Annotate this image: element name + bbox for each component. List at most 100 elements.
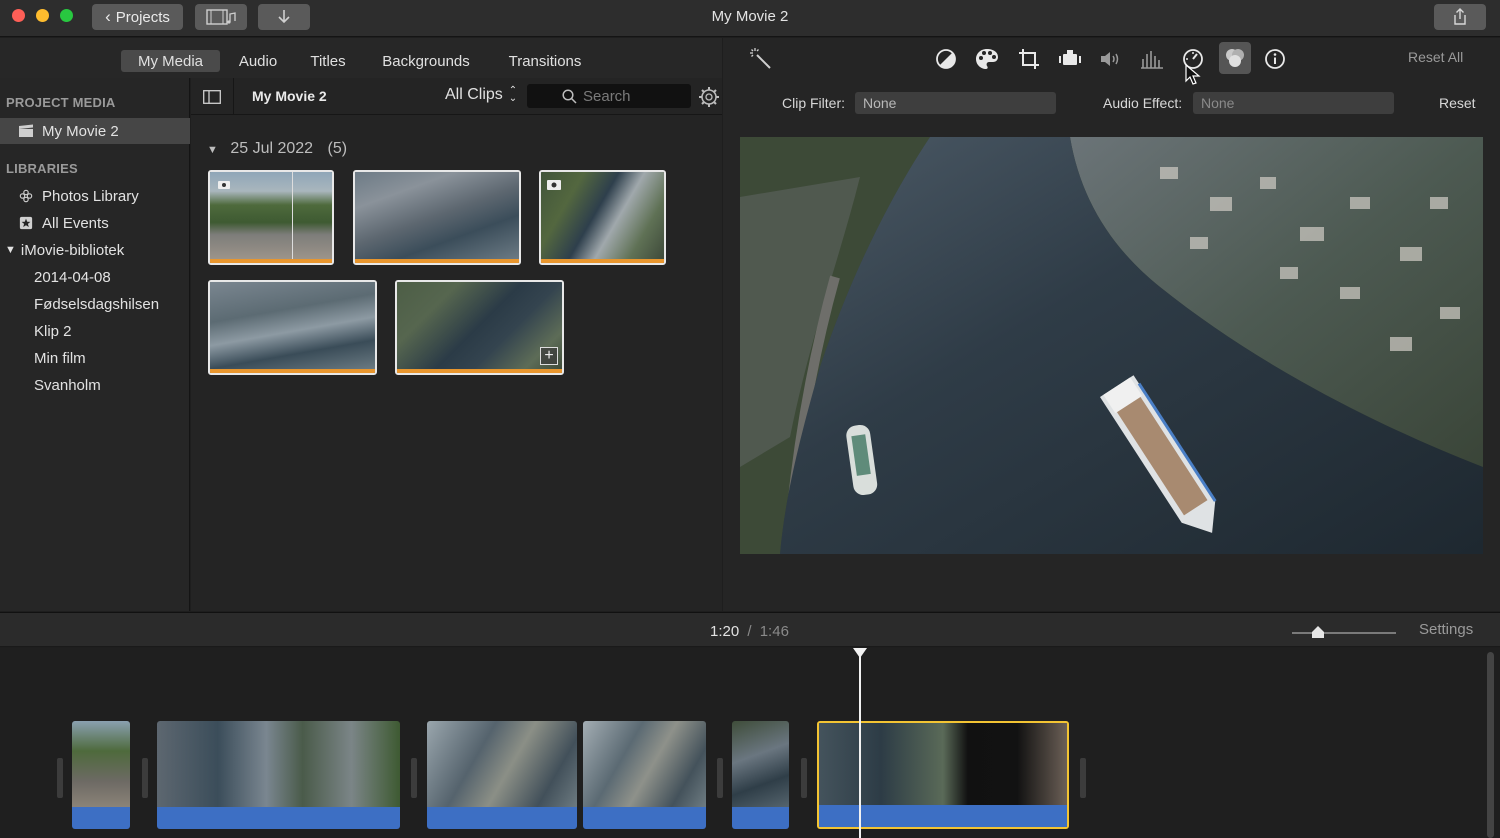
tab-transitions[interactable]: Transitions [500, 50, 590, 72]
reset-all-button[interactable]: Reset All [1408, 49, 1463, 65]
search-field[interactable]: Search [527, 84, 691, 108]
sidebar-item-label: iMovie-bibliotek [20, 241, 125, 259]
timeline-clip-audio [427, 807, 577, 829]
media-clip-thumbnail[interactable] [353, 170, 521, 265]
tab-audio[interactable]: Audio [230, 50, 286, 72]
timeline-scrollbar[interactable] [1487, 652, 1494, 838]
clapperboard-icon [19, 124, 33, 137]
sidebar-event-item[interactable]: Klip 2 [0, 318, 190, 344]
timeline-clip[interactable] [157, 721, 400, 829]
viewer-video-frame [740, 137, 1483, 554]
timeline-clip[interactable] [583, 721, 706, 829]
clip-preview-image [355, 172, 519, 259]
clip-filter-value: All Clips [445, 86, 503, 103]
star-icon [19, 216, 33, 230]
media-clip-thumbnail[interactable] [208, 170, 334, 265]
camera-icon [547, 180, 561, 190]
camera-stabilization-icon [1059, 50, 1081, 65]
camera-icon [218, 181, 230, 189]
sidebar-item-photos-library[interactable]: Photos Library [0, 183, 190, 209]
timeline-clip-video [72, 721, 130, 807]
sidebar-item-all-events[interactable]: All Events [0, 210, 190, 236]
media-clip-thumbnail[interactable] [539, 170, 666, 265]
noise-reduction-button[interactable] [1139, 46, 1165, 72]
timeline-clip-video [427, 721, 577, 807]
tab-backgrounds[interactable]: Backgrounds [374, 50, 478, 72]
timeline-clip-video [583, 721, 706, 807]
sidebar-item-label: My Movie 2 [42, 122, 119, 140]
search-placeholder: Search [583, 87, 631, 105]
timeline-clip[interactable] [427, 721, 577, 829]
clip-separator [57, 758, 63, 798]
clip-separator [1080, 758, 1086, 798]
audio-effect-selector[interactable]: None [1193, 92, 1394, 114]
volume-icon [1101, 52, 1119, 66]
clip-separator [411, 758, 417, 798]
tab-titles[interactable]: Titles [300, 50, 356, 72]
browser-settings-button[interactable] [698, 86, 720, 108]
reset-button[interactable]: Reset [1439, 95, 1476, 111]
tab-my-media[interactable]: My Media [121, 50, 220, 72]
enhance-button[interactable] [748, 46, 774, 72]
timeline-clip[interactable] [72, 721, 130, 829]
clip-filter-audio-effects-button[interactable] [1219, 42, 1251, 74]
media-clip-thumbnail[interactable] [208, 280, 377, 375]
clip-usage-bar [541, 259, 664, 263]
clip-usage-bar [210, 259, 332, 263]
timeline-settings-button[interactable]: Settings [1419, 621, 1473, 638]
palette-icon [976, 49, 998, 69]
volume-button[interactable] [1098, 46, 1124, 72]
window-title: My Movie 2 [711, 8, 789, 25]
color-balance-icon [936, 49, 956, 69]
libraries-header: LIBRARIES [6, 161, 78, 176]
stabilization-button[interactable] [1057, 46, 1083, 72]
share-button[interactable] [1434, 4, 1486, 30]
color-correction-button[interactable] [974, 46, 1000, 72]
timeline-clip-audio [157, 807, 400, 829]
project-timeline [0, 648, 1500, 838]
flower-icon [19, 189, 33, 203]
media-clip-thumbnail[interactable]: + [395, 280, 564, 375]
sidebar-item-my-movie-2[interactable]: My Movie 2 [0, 118, 190, 144]
magic-wand-icon [750, 48, 771, 69]
aerial-river-scene [740, 137, 1483, 554]
sidebar-item-label: All Events [42, 214, 109, 232]
sidebar-toggle-icon [203, 90, 221, 104]
color-balance-button[interactable] [934, 47, 958, 71]
clip-preview-image [397, 282, 562, 369]
timeline-clip[interactable] [732, 721, 789, 829]
clip-filter-icon [1226, 49, 1244, 67]
audio-effect-label: Audio Effect: [1103, 95, 1183, 111]
clip-preview-image [210, 282, 375, 369]
clip-usage-bar [355, 259, 519, 263]
time-separator: / [747, 623, 752, 640]
sidebar-event-item[interactable]: Fødselsdagshilsen [0, 291, 190, 317]
clip-usage-bar [397, 369, 562, 373]
crop-button[interactable] [1016, 46, 1042, 72]
up-down-chevron-icon: ⌃ ⌄ [508, 85, 518, 104]
sidebar-event-item[interactable]: 2014-04-08 [0, 264, 190, 290]
media-browser-tabs: My Media Audio Titles Backgrounds Transi… [0, 38, 722, 78]
event-header[interactable]: ▼ 25 Jul 2022 (5) [207, 140, 347, 158]
sidebar-event-item[interactable]: Svanholm [0, 372, 190, 398]
media-browser: My Movie 2 All Clips ⌃ ⌄ Search ▼ 25 Jul… [191, 78, 722, 611]
disclosure-triangle-icon: ▼ [5, 244, 16, 256]
disclosure-triangle-icon: ▼ [207, 144, 218, 156]
add-to-movie-button[interactable]: + [540, 347, 558, 365]
sidebar-event-item[interactable]: Min film [0, 345, 190, 371]
timeline-clip-audio [72, 807, 130, 829]
clip-filter-popup[interactable]: All Clips ⌃ ⌄ [445, 86, 517, 104]
timeline-clip-selected[interactable] [817, 721, 1069, 829]
mouse-pointer-icon [1185, 64, 1201, 85]
timeline-zoom-slider[interactable] [1292, 626, 1396, 638]
clip-separator [717, 758, 723, 798]
total-time: 1:46 [759, 623, 789, 640]
playhead[interactable] [859, 648, 861, 838]
timeline-zoom-knob[interactable] [1312, 625, 1325, 638]
clip-info-button[interactable] [1262, 46, 1288, 72]
playhead-timecode: 1:20 / 1:46 [710, 623, 789, 640]
toggle-sidebar-button[interactable] [201, 88, 223, 106]
sidebar-item-imovie-bibliotek[interactable]: ▼ iMovie-bibliotek [0, 237, 190, 263]
browser-toolbar: My Movie 2 All Clips ⌃ ⌄ Search [191, 78, 722, 115]
clip-filter-selector[interactable]: None [855, 92, 1056, 114]
